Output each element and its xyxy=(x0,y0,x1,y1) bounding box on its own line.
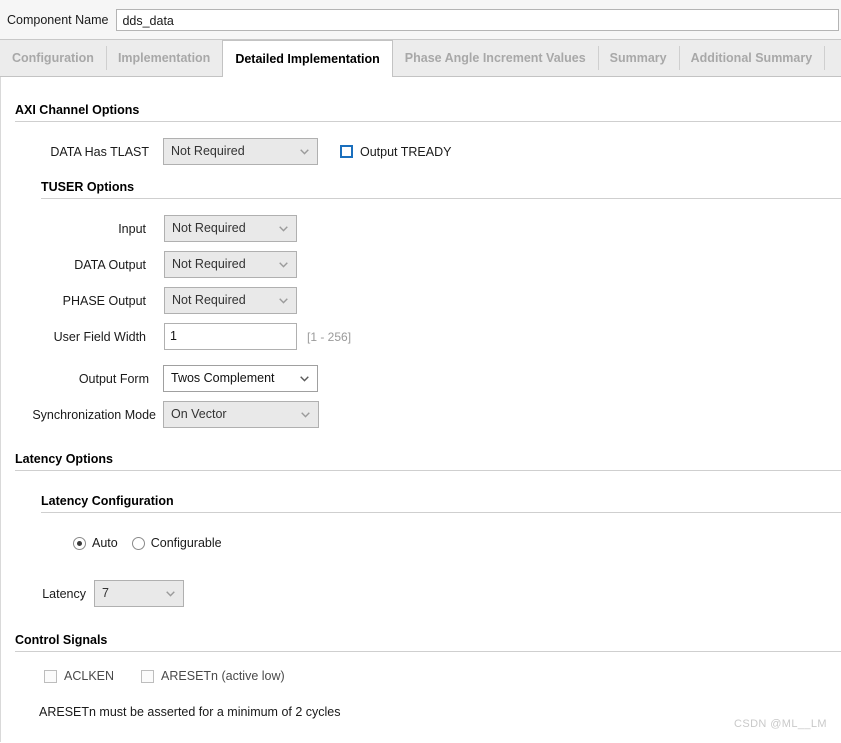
axi-channel-options-divider xyxy=(15,121,841,122)
user-field-width-row: User Field Width 1 [1 - 256] xyxy=(41,323,351,350)
tuser-input-select[interactable]: Not Required xyxy=(164,215,297,242)
output-form-select[interactable]: Twos Complement xyxy=(163,365,318,392)
chevron-down-icon xyxy=(300,148,309,155)
detailed-implementation-panel: AXI Channel Options DATA Has TLAST Not R… xyxy=(0,77,841,742)
chevron-down-icon xyxy=(166,590,175,597)
axi-channel-options-heading: AXI Channel Options xyxy=(15,103,140,117)
component-name-input[interactable]: dds_data xyxy=(116,8,839,31)
latency-options-section: Latency Options xyxy=(15,452,841,471)
axi-channel-options-section: AXI Channel Options xyxy=(15,103,841,122)
tuser-data-output-label: DATA Output xyxy=(74,257,146,272)
latency-auto-radio[interactable] xyxy=(73,536,86,550)
tuser-data-output-value: Not Required xyxy=(172,257,246,271)
aresetn-note: ARESETn must be asserted for a minimum o… xyxy=(39,705,341,719)
synchronization-mode-label: Synchronization Mode xyxy=(32,407,156,422)
output-tready-label: Output TREADY xyxy=(360,144,452,159)
output-form-value: Twos Complement xyxy=(171,371,275,385)
tab-configuration[interactable]: Configuration xyxy=(0,40,106,76)
user-field-width-input[interactable]: 1 xyxy=(164,323,297,350)
data-has-tlast-row: DATA Has TLAST Not Required Output TREAD… xyxy=(39,138,451,165)
user-field-width-range-hint: [1 - 256] xyxy=(307,329,352,344)
aresetn-checkbox-wrap[interactable]: ARESETn (active low) xyxy=(141,669,285,683)
tuser-phase-output-value: Not Required xyxy=(172,293,246,307)
latency-options-heading: Latency Options xyxy=(15,452,113,466)
latency-configurable-radio[interactable] xyxy=(131,536,145,550)
tuser-phase-output-select[interactable]: Not Required xyxy=(164,287,297,314)
tab-detailed-implementation[interactable]: Detailed Implementation xyxy=(222,40,393,77)
latency-auto-label: Auto xyxy=(92,536,118,550)
latency-options-divider xyxy=(15,470,841,471)
tab-additional-summary[interactable]: Additional Summary xyxy=(678,40,825,76)
tuser-data-output-row: DATA Output Not Required xyxy=(41,251,297,278)
aresetn-label: ARESETn (active low) xyxy=(161,669,285,683)
latency-configuration-divider xyxy=(41,512,841,513)
output-tready-checkbox-wrap[interactable]: Output TREADY xyxy=(340,145,451,159)
tuser-input-label: Input xyxy=(118,221,146,236)
aresetn-checkbox[interactable] xyxy=(141,669,155,683)
synchronization-mode-select[interactable]: On Vector xyxy=(163,401,319,428)
tuser-phase-output-row: PHASE Output Not Required xyxy=(41,287,297,314)
latency-label: Latency xyxy=(42,586,86,601)
tab-strip-filler xyxy=(825,40,841,76)
tuser-phase-output-label: PHASE Output xyxy=(62,293,146,308)
tab-phase-angle-increment-values[interactable]: Phase Angle Increment Values xyxy=(392,40,598,76)
chevron-down-icon xyxy=(300,375,309,382)
latency-configuration-radio-group: Auto Configurable xyxy=(73,536,236,550)
tab-implementation[interactable]: Implementation xyxy=(105,40,223,76)
latency-select[interactable]: 7 xyxy=(94,580,184,607)
latency-configuration-section: Latency Configuration xyxy=(41,494,841,513)
latency-configurable-radio-wrap[interactable]: Configurable xyxy=(131,536,222,550)
data-has-tlast-select[interactable]: Not Required xyxy=(163,138,318,165)
user-field-width-label: User Field Width xyxy=(53,329,146,344)
chevron-down-icon xyxy=(279,261,288,268)
control-signals-section: Control Signals xyxy=(15,633,841,652)
data-has-tlast-value: Not Required xyxy=(171,144,245,158)
control-signals-checkbox-row: ACLKEN ARESETn (active low) xyxy=(44,669,285,683)
output-tready-checkbox[interactable] xyxy=(340,145,353,158)
control-signals-divider xyxy=(15,651,841,652)
tab-strip: Configuration Implementation Detailed Im… xyxy=(0,40,841,77)
watermark: CSDN @ML__LM xyxy=(734,718,827,730)
aclken-checkbox-wrap[interactable]: ACLKEN xyxy=(44,669,114,683)
latency-value: 7 xyxy=(102,586,109,600)
latency-auto-radio-wrap[interactable]: Auto xyxy=(73,536,118,550)
control-signals-heading: Control Signals xyxy=(15,633,108,647)
aclken-checkbox[interactable] xyxy=(44,669,57,683)
output-form-label: Output Form xyxy=(78,371,149,386)
tuser-input-row: Input Not Required xyxy=(41,215,297,242)
tuser-options-divider xyxy=(41,198,841,199)
output-form-row: Output Form Twos Complement xyxy=(39,365,318,392)
tuser-input-value: Not Required xyxy=(172,221,246,235)
latency-row: Latency 7 xyxy=(39,580,184,607)
aclken-label: ACLKEN xyxy=(64,669,115,683)
chevron-down-icon xyxy=(279,225,288,232)
chevron-down-icon xyxy=(301,411,310,418)
latency-configuration-heading: Latency Configuration xyxy=(41,494,174,508)
tuser-options-section: TUSER Options xyxy=(41,180,841,199)
tuser-data-output-select[interactable]: Not Required xyxy=(164,251,297,278)
data-has-tlast-label: DATA Has TLAST xyxy=(50,144,149,159)
tab-summary[interactable]: Summary xyxy=(597,40,679,76)
synchronization-mode-value: On Vector xyxy=(171,407,227,421)
chevron-down-icon xyxy=(279,297,288,304)
component-name-bar: Component Name dds_data xyxy=(0,0,841,40)
component-name-label: Component Name xyxy=(7,12,109,27)
synchronization-mode-row: Synchronization Mode On Vector xyxy=(29,401,319,428)
latency-configurable-label: Configurable xyxy=(150,536,222,550)
tuser-options-heading: TUSER Options xyxy=(41,180,135,194)
